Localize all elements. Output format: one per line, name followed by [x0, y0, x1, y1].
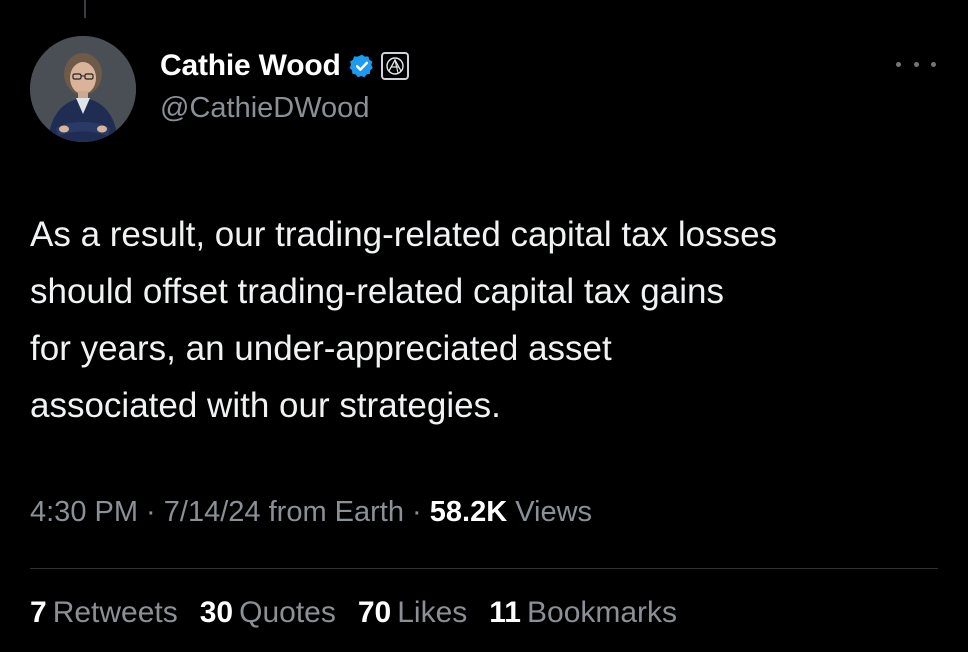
avatar[interactable]: [30, 36, 136, 142]
bookmarks-count: 11: [489, 596, 521, 629]
ark-logo-glyph-icon: [385, 57, 404, 75]
author-handle[interactable]: @CathieDWood: [160, 92, 369, 125]
verified-badge-icon: [349, 54, 373, 78]
avatar-image: [30, 36, 136, 142]
engagement-stats: 7 Retweets 30 Quotes 70 Likes 11 Bookmarks: [30, 596, 699, 630]
tweet-source: from Earth: [260, 496, 404, 528]
more-dot: [913, 61, 919, 67]
views-count[interactable]: 58.2K: [430, 496, 507, 528]
views-label: Views: [507, 496, 593, 528]
tweet-time[interactable]: 4:30 PM: [30, 496, 138, 528]
tweet-meta: 4:30 PM · 7/14/24 from Earth · 58.2K Vie…: [30, 496, 592, 529]
tweet-text-line: associated with our strategies.: [30, 386, 501, 425]
thread-connector-line: [84, 0, 86, 18]
likes-count: 70: [357, 596, 392, 629]
quotes-label: Quotes: [239, 596, 336, 629]
tweet-date[interactable]: 7/14/24: [164, 496, 261, 528]
likes-stat[interactable]: 70 Likes: [358, 596, 467, 630]
bookmarks-label: Bookmarks: [527, 596, 678, 629]
retweets-count: 7: [30, 596, 47, 629]
author-display-name[interactable]: Cathie Wood: [160, 49, 341, 83]
retweets-label: Retweets: [52, 596, 178, 629]
likes-label: Likes: [397, 596, 468, 629]
more-dot: [931, 61, 936, 67]
meta-separator: ·: [403, 496, 430, 528]
tweet-text: As a result, our trading-related capital…: [30, 206, 945, 434]
tweet-header: Cathie Wood @CathieDWood: [30, 36, 938, 146]
meta-separator: ·: [138, 496, 164, 528]
quotes-count: 30: [199, 596, 234, 629]
ark-logo-icon[interactable]: [380, 52, 409, 80]
more-options-icon[interactable]: [896, 54, 936, 74]
tweet-text-line: should offset trading-related capital ta…: [30, 272, 724, 311]
divider: [30, 568, 938, 569]
quotes-stat[interactable]: 30 Quotes: [200, 596, 336, 630]
more-dot: [896, 61, 901, 67]
bookmarks-stat[interactable]: 11 Bookmarks: [489, 596, 677, 630]
tweet-text-line: for years, an under-appreciated asset: [30, 329, 612, 368]
retweets-stat[interactable]: 7 Retweets: [30, 596, 178, 630]
author-name-row: Cathie Wood: [160, 46, 409, 86]
tweet-text-line: As a result, our trading-related capital…: [30, 215, 778, 254]
